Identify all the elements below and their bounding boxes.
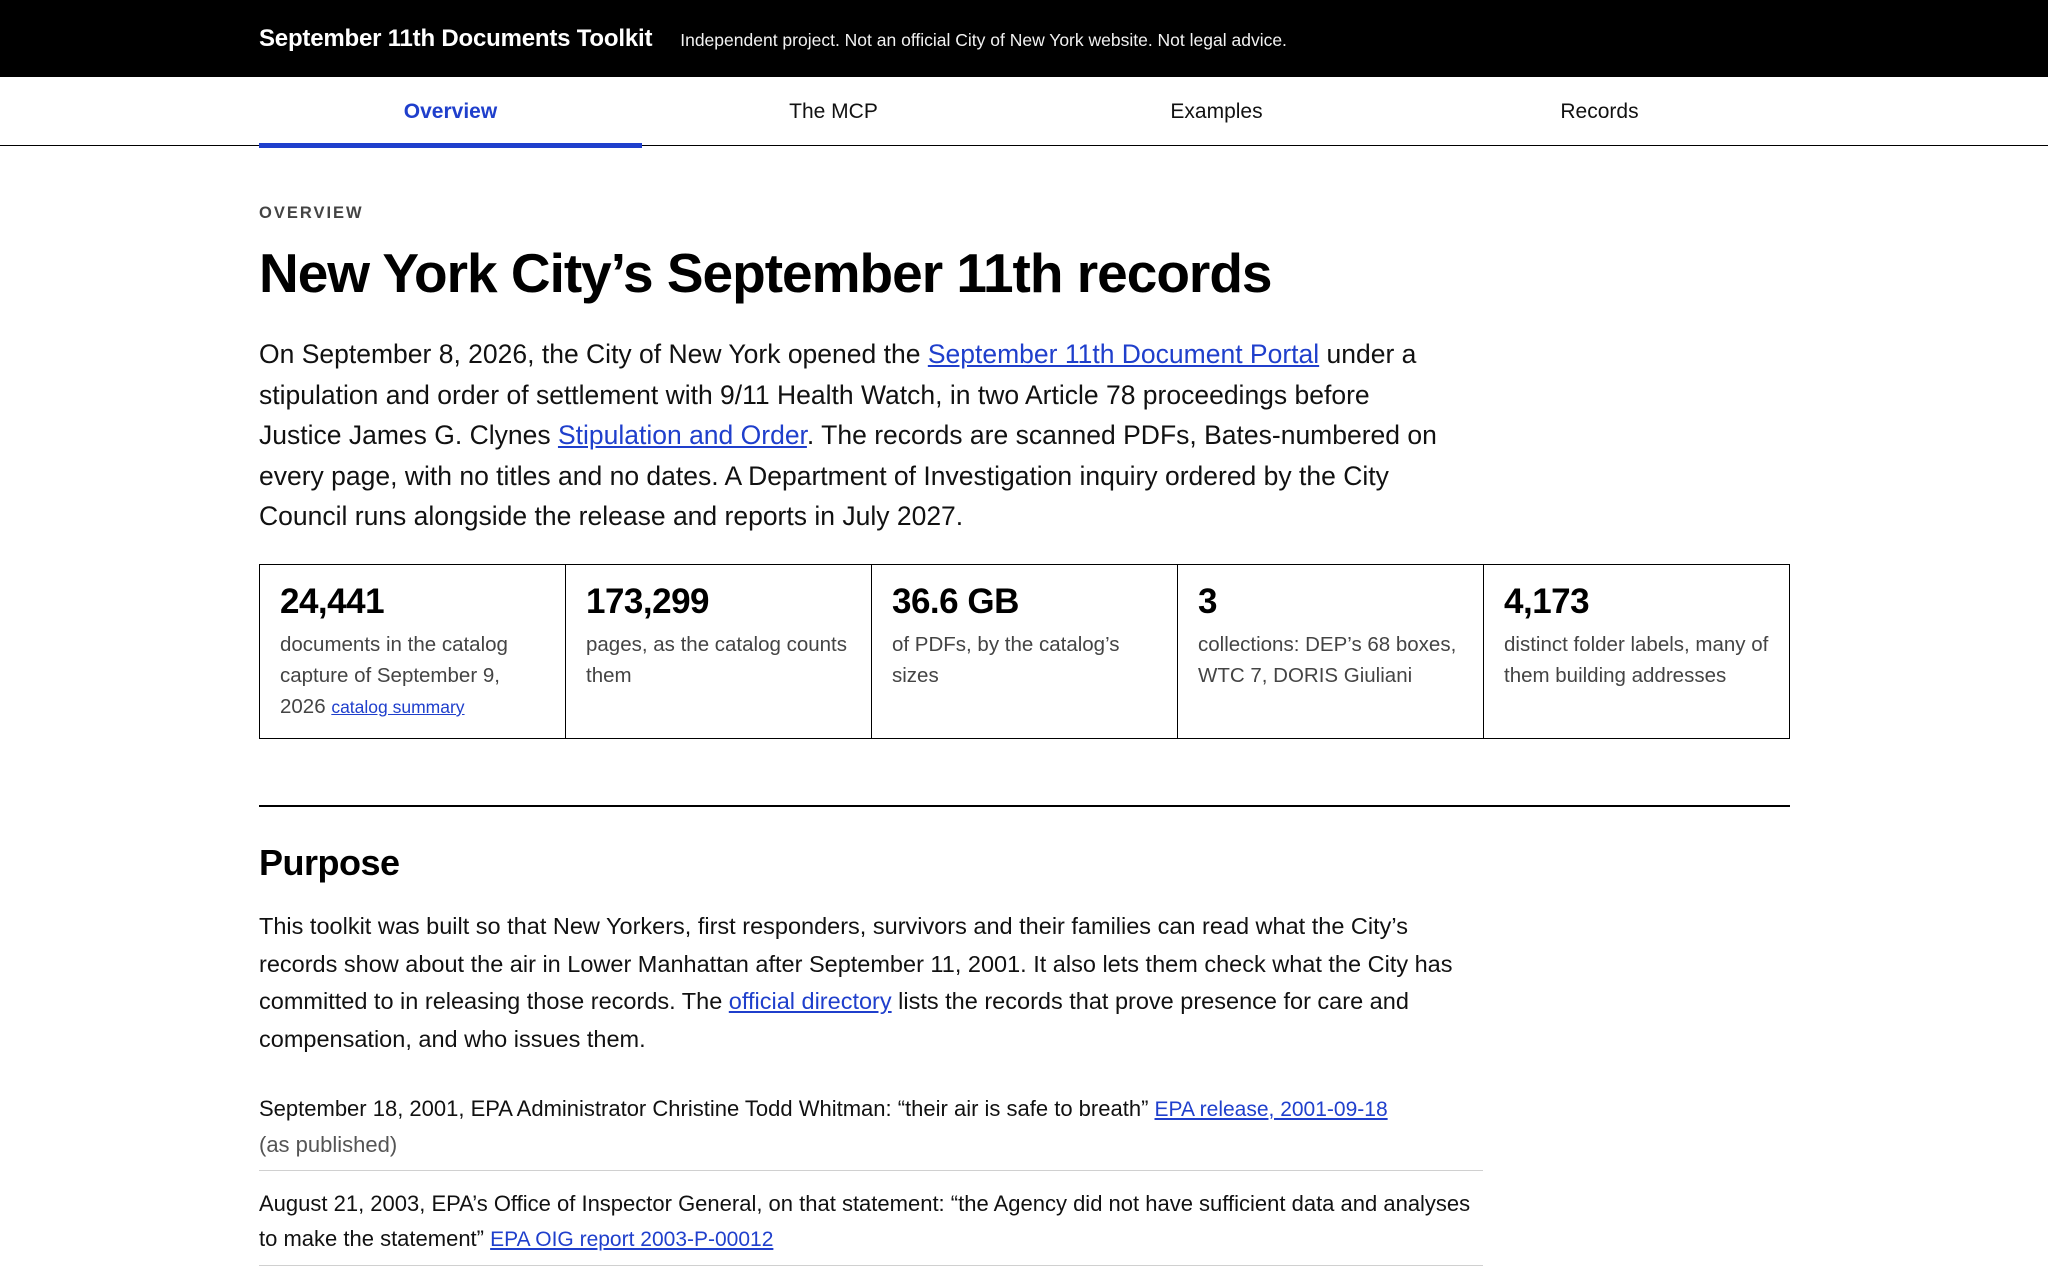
- epa-release-link[interactable]: EPA release, 2001-09-18: [1155, 1098, 1388, 1121]
- page-title: New York City’s September 11th records: [259, 242, 1273, 304]
- stat-value: 24,441: [280, 582, 385, 621]
- site-disclaimer: Independent project. Not an official Cit…: [680, 30, 1287, 50]
- purpose-paragraph: This toolkit was built so that New Yorke…: [259, 908, 1469, 1058]
- stat-documents: 24,441 documents in the catalog capture …: [260, 565, 566, 738]
- section-eyebrow: OVERVIEW: [259, 204, 364, 222]
- list-item: September 18, 2001, EPA Administrator Ch…: [259, 1092, 1483, 1171]
- stat-description: of PDFs, by the catalog’s sizes: [892, 633, 1120, 687]
- main-tabs: Overview The MCP Examples Records: [0, 77, 2048, 148]
- stat-value: 4,173: [1504, 582, 1590, 621]
- quote-note: (as published): [259, 1131, 398, 1157]
- stat-folder-labels: 4,173 distinct folder labels, many of th…: [1484, 565, 1789, 738]
- tab-records[interactable]: Records: [1408, 77, 1791, 146]
- intro-text-1: On September 8, 2026, the City of New Yo…: [259, 339, 928, 369]
- tab-overview[interactable]: Overview: [259, 77, 642, 148]
- list-item: August 21, 2003, EPA’s Office of Inspect…: [259, 1187, 1483, 1266]
- stat-pages: 173,299 pages, as the catalog counts the…: [566, 565, 872, 738]
- catalog-summary-link[interactable]: catalog summary: [331, 697, 464, 717]
- section-divider: [259, 805, 1790, 807]
- stipulation-link[interactable]: Stipulation and Order: [558, 420, 807, 450]
- stat-value: 36.6 GB: [892, 582, 1019, 621]
- document-portal-link[interactable]: September 11th Document Portal: [928, 339, 1319, 369]
- stat-description: documents in the catalog capture of Sept…: [280, 629, 545, 723]
- stat-description: distinct folder labels, many of them bui…: [1504, 633, 1769, 687]
- quote-list: September 18, 2001, EPA Administrator Ch…: [259, 1092, 1483, 1282]
- stat-value: 173,299: [586, 582, 710, 621]
- quote-text: September 18, 2001, EPA Administrator Ch…: [259, 1096, 1155, 1121]
- stat-description: collections: DEP’s 68 boxes, WTC 7, DORI…: [1198, 633, 1457, 687]
- stat-description: pages, as the catalog counts them: [586, 633, 847, 687]
- stat-collections: 3 collections: DEP’s 68 boxes, WTC 7, DO…: [1178, 565, 1484, 738]
- tab-examples[interactable]: Examples: [1025, 77, 1408, 146]
- purpose-heading: Purpose: [259, 842, 400, 883]
- stat-size: 36.6 GB of PDFs, by the catalog’s sizes: [872, 565, 1178, 738]
- official-directory-link[interactable]: official directory: [729, 988, 892, 1014]
- site-brand[interactable]: September 11th Documents Toolkit: [259, 25, 652, 53]
- stats-panel: 24,441 documents in the catalog capture …: [259, 564, 1790, 739]
- epa-oig-report-link[interactable]: EPA OIG report 2003-P-00012: [490, 1228, 773, 1251]
- intro-paragraph: On September 8, 2026, the City of New Yo…: [259, 334, 1459, 537]
- tab-the-mcp[interactable]: The MCP: [642, 77, 1025, 146]
- stat-value: 3: [1198, 582, 1217, 621]
- site-header: September 11th Documents Toolkit Indepen…: [0, 0, 2048, 77]
- quote-text: August 21, 2003, EPA’s Office of Inspect…: [259, 1191, 1471, 1251]
